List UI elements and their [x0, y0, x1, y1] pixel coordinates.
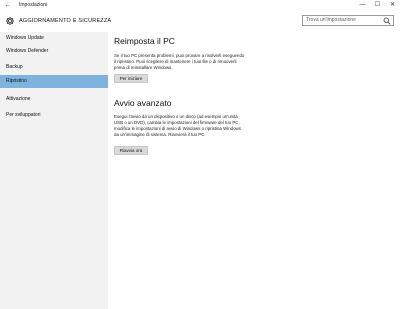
- close-button[interactable]: ✕: [385, 0, 400, 11]
- sidebar-item-attivazione[interactable]: Attivazione: [0, 93, 108, 106]
- reset-pc-title: Reimposta il PC: [114, 36, 175, 46]
- reset-line: prima di reinstallare Windows.: [114, 65, 173, 71]
- sidebar-item-per-sviluppatori[interactable]: Per sviluppatori: [0, 109, 108, 122]
- sidebar-item-ripristino[interactable]: Ripristino: [0, 75, 108, 88]
- title-bar: ← Impostazioni — ☐ ✕: [0, 0, 400, 11]
- sidebar: Windows Update Windows Defender Backup R…: [0, 32, 108, 309]
- sidebar-item-windows-update[interactable]: Windows Update: [0, 32, 108, 45]
- settings-header: AGGIORNAMENTO E SICUREZZA Trova un'impos…: [0, 11, 400, 31]
- get-started-button[interactable]: Per iniziare: [114, 74, 148, 83]
- gear-icon: [6, 17, 14, 25]
- back-arrow-icon[interactable]: ←: [3, 1, 13, 10]
- advanced-startup-title: Avvio avanzato: [114, 98, 172, 108]
- maximize-button[interactable]: ☐: [370, 0, 385, 11]
- sidebar-item-backup[interactable]: Backup: [0, 61, 108, 74]
- window-controls: — ☐ ✕: [355, 0, 400, 11]
- section-title: AGGIORNAMENTO E SICUREZZA: [19, 18, 112, 24]
- restart-now-button[interactable]: Riavvia ora: [114, 146, 148, 155]
- search-input[interactable]: Trova un'impostazione: [302, 15, 394, 26]
- minimize-button[interactable]: —: [355, 0, 370, 11]
- window-title: Impostazioni: [19, 2, 48, 8]
- search-placeholder: Trova un'impostazione: [306, 17, 356, 23]
- reset-pc-description: Se il tuo PC presenta problemi, puoi pro…: [114, 53, 284, 71]
- advanced-startup-description: Esegui l'avvio da un dispositivo o un di…: [114, 114, 284, 138]
- search-icon[interactable]: [383, 17, 391, 25]
- advanced-line: da un'immagine di sistema. Riavvierà il …: [114, 132, 206, 138]
- sidebar-item-windows-defender[interactable]: Windows Defender: [0, 45, 108, 58]
